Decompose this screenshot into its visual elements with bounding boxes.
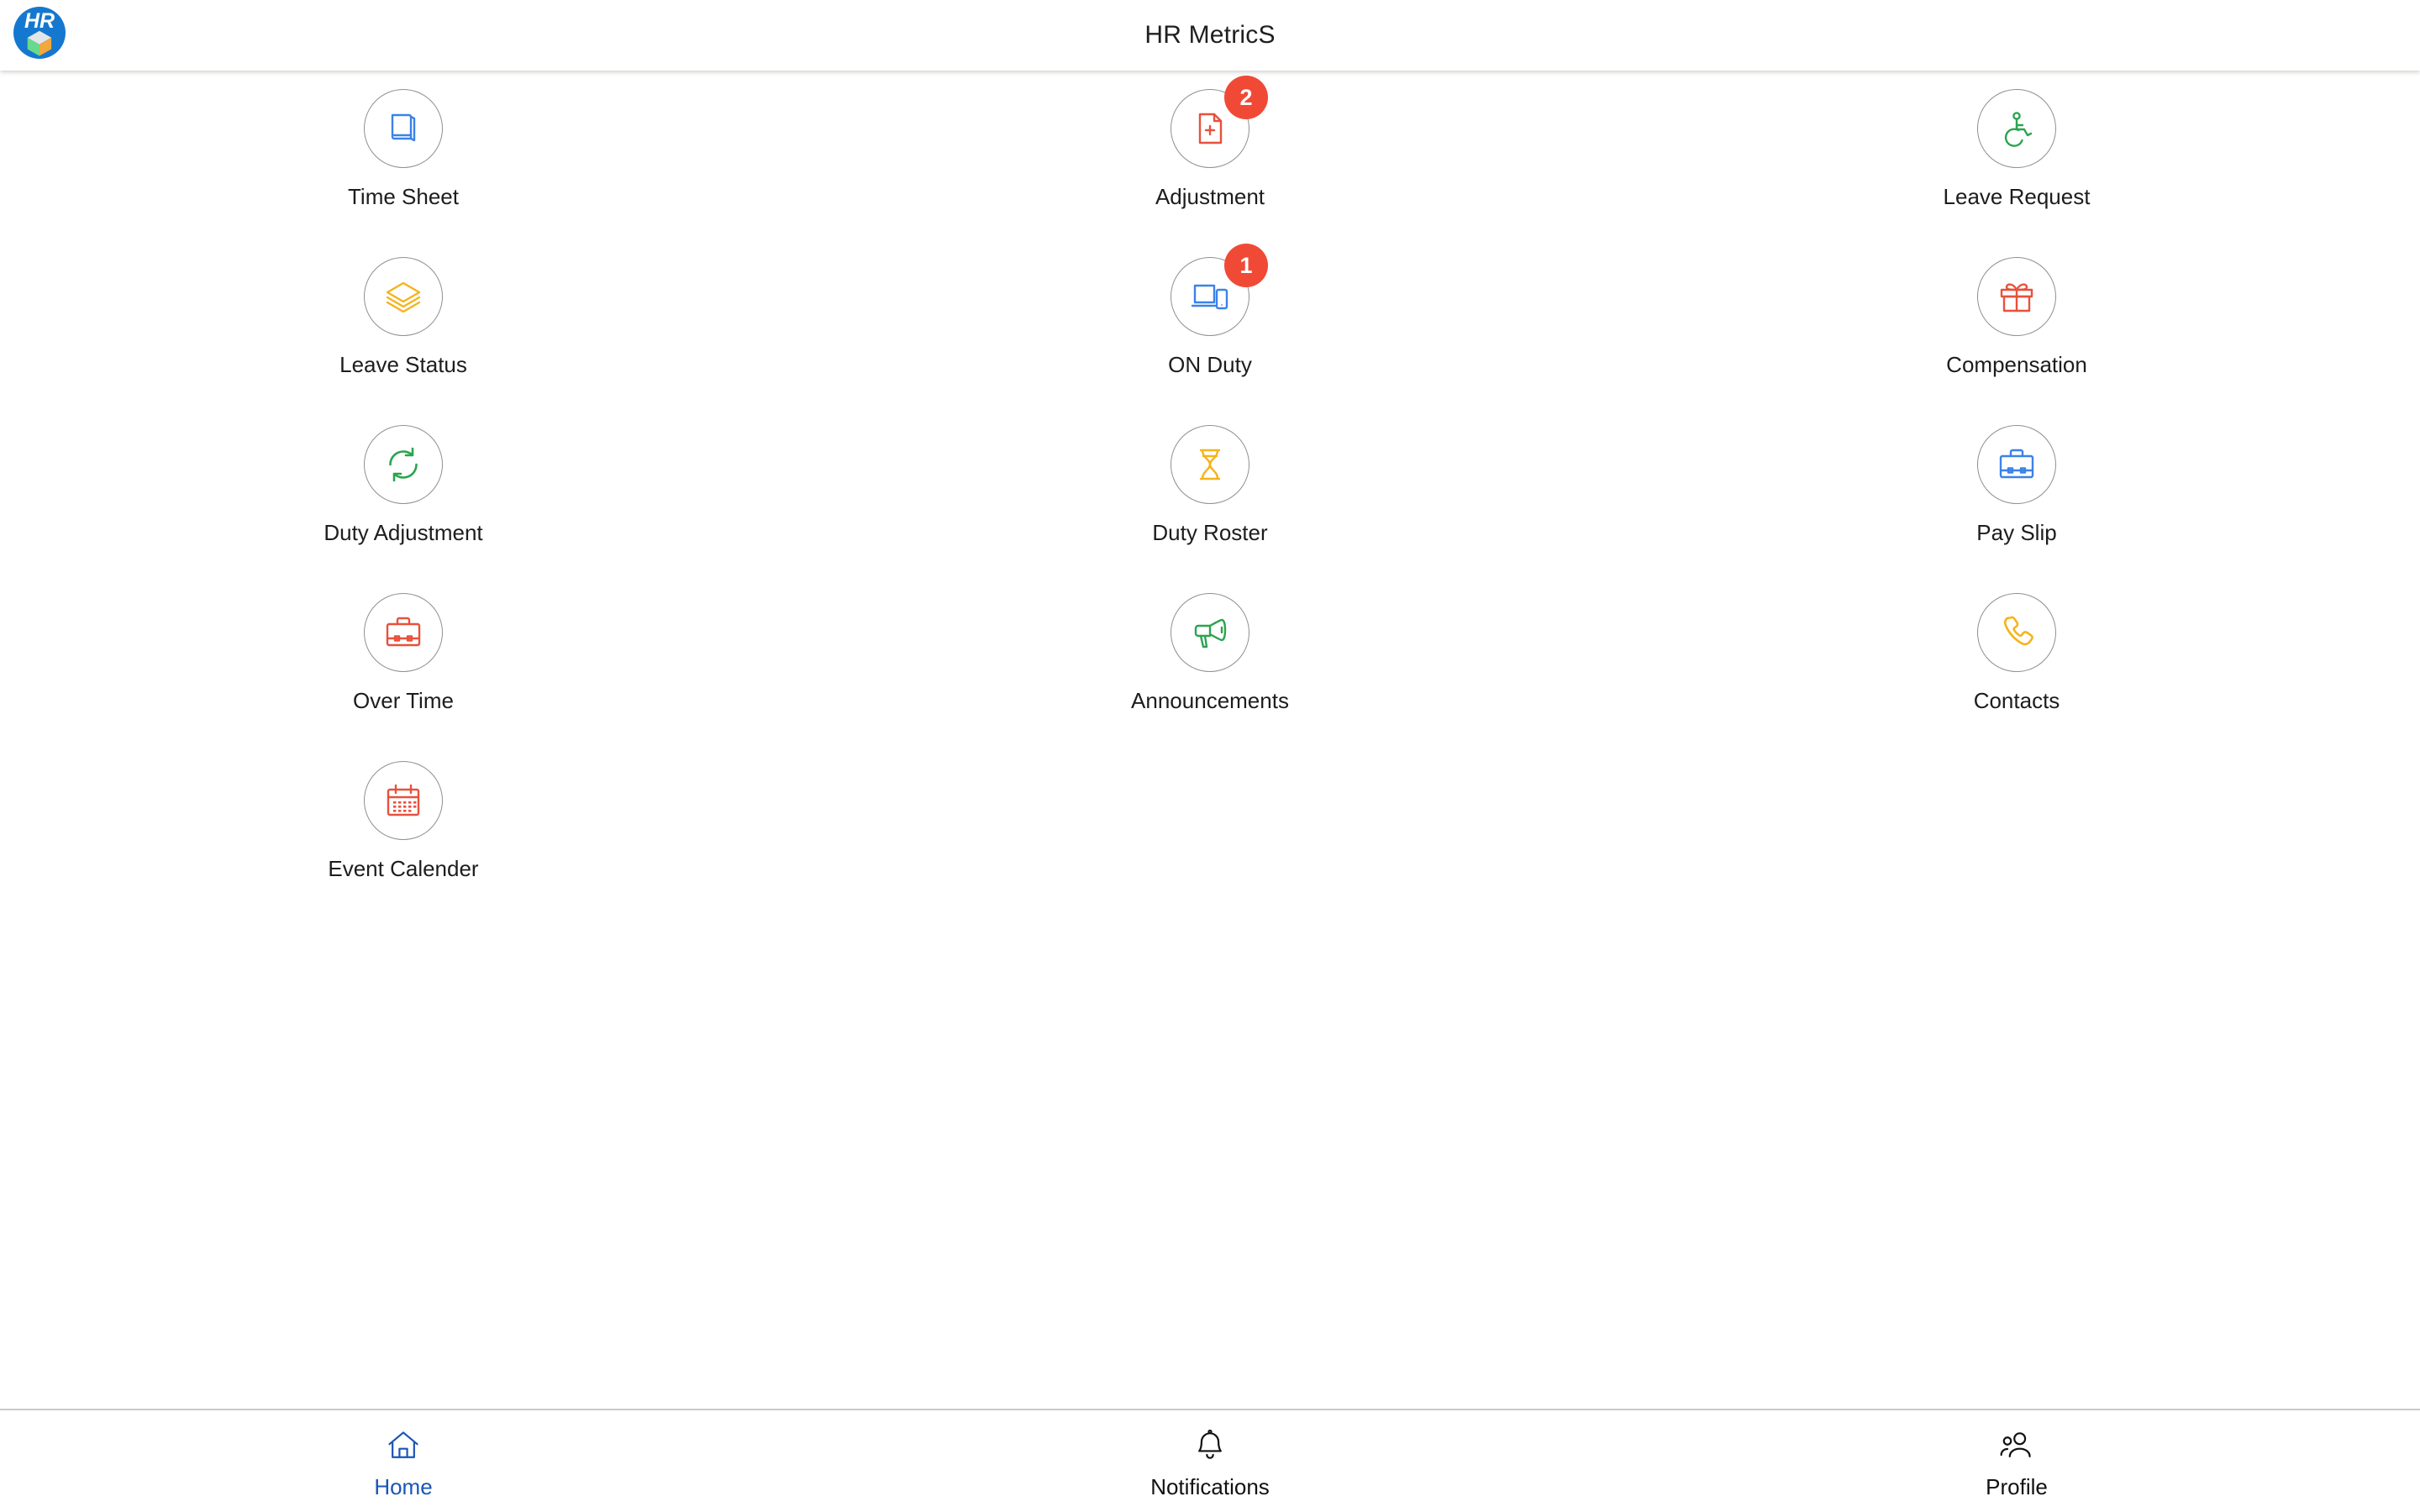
tile-label: Announcements xyxy=(1131,688,1289,713)
tile-content: 1 ON Duty xyxy=(1168,244,1268,378)
calendar-icon xyxy=(363,761,443,840)
tile-label: Leave Request xyxy=(1943,184,2091,209)
refresh-icon xyxy=(364,425,443,504)
app-tile-compensation[interactable]: Compensation xyxy=(1613,257,2420,425)
book-icon xyxy=(363,89,443,168)
tile-label: Contacts xyxy=(1973,688,2060,713)
nav-label: Profile xyxy=(1986,1474,2048,1499)
tile-label: Duty Roster xyxy=(1152,520,1268,545)
tile-icon-wrap: 2 xyxy=(1170,76,1268,168)
tile-content: Compensation xyxy=(1946,257,2087,378)
app-tile-pay-slip[interactable]: Pay Slip xyxy=(1613,425,2420,593)
tile-label: Adjustment xyxy=(1155,184,1265,209)
tile-label: Over Time xyxy=(353,688,454,713)
app-tile-duty-roster[interactable]: Duty Roster xyxy=(807,425,1613,593)
tile-content: Duty Adjustment xyxy=(324,425,483,546)
tile-icon-wrap xyxy=(1170,425,1249,504)
tile-label: Event Calender xyxy=(328,856,479,881)
tile-icon-wrap: 1 xyxy=(1171,244,1268,336)
nav-item-home[interactable]: Home xyxy=(0,1410,807,1512)
people-icon xyxy=(1998,1427,2035,1464)
notification-badge: 2 xyxy=(1223,76,1268,119)
tile-label: ON Duty xyxy=(1168,352,1252,377)
tile-icon-wrap xyxy=(364,257,443,336)
tile-icon-wrap xyxy=(363,761,443,840)
tile-icon-wrap xyxy=(1977,89,2056,168)
phone-icon xyxy=(1976,593,2056,672)
tile-content: Announcements xyxy=(1131,593,1289,714)
layers-icon xyxy=(364,257,443,336)
bell-icon xyxy=(1192,1427,1228,1464)
nav-item-profile[interactable]: Profile xyxy=(1613,1410,2420,1512)
app-tile-leave-request[interactable]: Leave Request xyxy=(1613,89,2420,257)
app-tile-time-sheet[interactable]: Time Sheet xyxy=(0,89,807,257)
app-tile-grid: Time Sheet 2 Adjustment Leave Request Leave … xyxy=(0,71,2420,929)
tile-label: Leave Status xyxy=(339,352,467,377)
tile-content: Leave Status xyxy=(339,257,467,378)
app-tile-duty-adjustment[interactable]: Duty Adjustment xyxy=(0,425,807,593)
tile-label: Time Sheet xyxy=(348,184,459,209)
tile-content: Pay Slip xyxy=(1976,425,2057,546)
briefcase-icon xyxy=(1976,425,2056,504)
wheelchair-icon xyxy=(1977,89,2056,168)
tile-icon-wrap xyxy=(1171,593,1249,672)
tile-content: Time Sheet xyxy=(348,89,459,210)
tile-content: Duty Roster xyxy=(1152,425,1268,546)
tile-content: Contacts xyxy=(1974,593,2060,714)
briefcase-icon xyxy=(363,593,443,672)
page-title: HR MetricS xyxy=(1144,21,1276,49)
app-tile-leave-status[interactable]: Leave Status xyxy=(0,257,807,425)
app-tile-event-calender[interactable]: Event Calender xyxy=(0,761,807,929)
tile-label: Pay Slip xyxy=(1976,520,2057,545)
home-icon xyxy=(385,1427,422,1464)
app-tile-adjustment[interactable]: 2 Adjustment xyxy=(807,76,1613,257)
nav-item-notifications[interactable]: Notifications xyxy=(807,1410,1613,1512)
tile-icon-wrap xyxy=(1976,425,2056,504)
tile-icon-wrap xyxy=(1976,593,2056,672)
tile-label: Duty Adjustment xyxy=(324,520,483,545)
app-tile-on-duty[interactable]: 1 ON Duty xyxy=(807,244,1613,425)
tile-content: Leave Request xyxy=(1943,89,2091,210)
gift-icon xyxy=(1977,257,2056,336)
tile-icon-wrap xyxy=(363,89,443,168)
app-tile-over-time[interactable]: Over Time xyxy=(0,593,807,761)
tile-content: Event Calender xyxy=(328,761,479,882)
tile-icon-wrap xyxy=(364,425,443,504)
tile-icon-wrap xyxy=(1977,257,2056,336)
megaphone-icon xyxy=(1171,593,1249,672)
nav-label: Home xyxy=(374,1474,433,1499)
nav-label: Notifications xyxy=(1150,1474,1270,1499)
tile-content: 2 Adjustment xyxy=(1155,76,1268,210)
tile-icon-wrap xyxy=(363,593,443,672)
app-header: HR HR MetricS xyxy=(0,0,2420,71)
app-tile-announcements[interactable]: Announcements xyxy=(807,593,1613,761)
app-tile-contacts[interactable]: Contacts xyxy=(1613,593,2420,761)
hourglass-icon xyxy=(1170,425,1249,504)
tile-label: Compensation xyxy=(1946,352,2087,377)
bottom-navigation: Home Notifications Profile xyxy=(0,1409,2420,1512)
tile-content: Over Time xyxy=(353,593,454,714)
notification-badge: 1 xyxy=(1224,244,1268,287)
